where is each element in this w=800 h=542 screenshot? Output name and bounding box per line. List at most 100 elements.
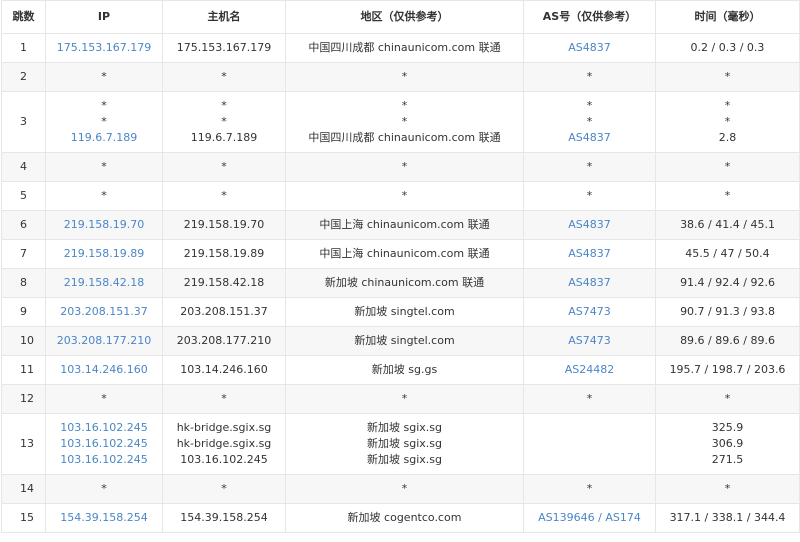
header-ip: IP	[45, 0, 163, 34]
region-value: 中国上海 chinaunicom.com 联通	[319, 247, 490, 260]
ip-value: *	[101, 189, 107, 202]
cell-hop: 6	[1, 210, 46, 240]
region-value: *	[401, 70, 408, 83]
region-value: 新加坡 sgix.sg	[367, 437, 442, 450]
hostname-value: hk-bridge.sgix.sg	[176, 421, 272, 434]
as-value: *	[586, 189, 593, 202]
region-value: 中国四川成都 chinaunicom.com 联通	[308, 131, 501, 144]
cell-region: *	[285, 474, 524, 504]
cell-hop: 2	[1, 62, 46, 92]
hostname-value: hk-bridge.sgix.sg	[176, 437, 272, 450]
table-row: 3 * * 119.6.7.189 * * 119.6.7.189 * * 中国四川成都 chin…	[1, 91, 800, 153]
cell-hop: 8	[1, 268, 46, 298]
as-link[interactable]: AS4837	[526, 40, 653, 56]
as-link[interactable]: AS7473	[526, 304, 653, 320]
as-link[interactable]: AS7473	[526, 333, 653, 349]
table-row: 4 * * * * *	[1, 152, 800, 182]
as-link[interactable]: AS139646 / AS174	[526, 510, 653, 526]
cell-hostname: 203.208.177.210	[162, 326, 286, 356]
cell-as: AS24482	[523, 355, 656, 385]
table-row: 8 219.158.42.18 219.158.42.18 新加坡 chinaunic…	[1, 268, 800, 298]
table-header-row: 跳数 IP 主机名 地区（仅供参考） AS号（仅供参考） 时间（毫秒）	[1, 0, 800, 34]
as-link[interactable]: AS4837	[526, 217, 653, 233]
hostname-value: *	[221, 392, 227, 405]
hostname-value: 219.158.42.18	[183, 276, 265, 289]
region-value: 新加坡 singtel.com	[354, 305, 455, 318]
time-value: 195.7 / 198.7 / 203.6	[669, 363, 786, 376]
ip-link[interactable]: 103.14.246.160	[48, 362, 160, 378]
cell-hostname: 219.158.19.89	[162, 239, 286, 269]
as-link[interactable]: AS4837	[526, 246, 653, 262]
as-link[interactable]: AS4837	[526, 130, 653, 146]
cell-time: 0.2 / 0.3 / 0.3	[655, 33, 800, 63]
as-link[interactable]: AS24482	[526, 362, 653, 378]
cell-ip: 175.153.167.179	[45, 33, 163, 63]
cell-hop: 11	[1, 355, 46, 385]
cell-as: AS4837	[523, 210, 656, 240]
as-value: *	[586, 70, 593, 83]
table-row: 14 * * * * *	[1, 474, 800, 504]
cell-ip: 203.208.151.37	[45, 297, 163, 327]
ip-link[interactable]: 203.208.151.37	[48, 304, 160, 320]
ip-link[interactable]: 103.16.102.245	[48, 420, 160, 436]
header-time: 时间（毫秒）	[655, 0, 800, 34]
cell-time: 89.6 / 89.6 / 89.6	[655, 326, 800, 356]
hostname-value: 219.158.19.70	[183, 218, 265, 231]
cell-hop: 9	[1, 297, 46, 327]
as-link[interactable]: AS4837	[526, 275, 653, 291]
region-value: 新加坡 sg.gs	[371, 363, 438, 376]
cell-region: 新加坡 singtel.com	[285, 326, 524, 356]
cell-as: AS4837	[523, 33, 656, 63]
as-value: *	[586, 482, 593, 495]
cell-hop: 12	[1, 384, 46, 414]
ip-link[interactable]: 119.6.7.189	[48, 130, 160, 146]
hostname-value: *	[221, 160, 227, 173]
cell-time: *	[655, 152, 800, 182]
cell-time: *	[655, 474, 800, 504]
ip-link[interactable]: 219.158.42.18	[48, 275, 160, 291]
hostname-value: 119.6.7.189	[190, 131, 258, 144]
header-region: 地区（仅供参考）	[285, 0, 524, 34]
ip-link[interactable]: 154.39.158.254	[48, 510, 160, 526]
cell-ip: 103.16.102.245 103.16.102.245 103.16.102.2…	[45, 413, 163, 475]
as-value: *	[586, 160, 593, 173]
time-value: 0.2 / 0.3 / 0.3	[690, 41, 765, 54]
cell-ip: *	[45, 384, 163, 414]
cell-hostname: 154.39.158.254	[162, 503, 286, 533]
cell-hostname: 203.208.151.37	[162, 297, 286, 327]
table-row: 9 203.208.151.37 203.208.151.37 新加坡 singtel…	[1, 297, 800, 327]
hostname-value: 203.208.177.210	[176, 334, 272, 347]
ip-link[interactable]: 219.158.19.89	[48, 246, 160, 262]
cell-ip: *	[45, 62, 163, 92]
cell-time: 45.5 / 47 / 50.4	[655, 239, 800, 269]
cell-as: *	[523, 152, 656, 182]
as-value: *	[586, 115, 593, 128]
table-row: 11 103.14.246.160 103.14.246.160 新加坡 sg.gs A…	[1, 355, 800, 385]
time-value: 271.5	[711, 453, 744, 466]
ip-link[interactable]: 219.158.19.70	[48, 217, 160, 233]
hostname-value: *	[221, 482, 227, 495]
time-value: *	[724, 160, 731, 173]
cell-region: *	[285, 62, 524, 92]
time-value: *	[724, 482, 731, 495]
table-body: 1 175.153.167.179 175.153.167.179 中国四川成都 ch…	[1, 33, 800, 533]
cell-region: * * 中国四川成都 chinaunicom.com 联通	[285, 91, 524, 153]
cell-hostname: * * 119.6.7.189	[162, 91, 286, 153]
ip-link[interactable]: 175.153.167.179	[48, 40, 160, 56]
region-value: 新加坡 chinaunicom.com 联通	[324, 276, 485, 289]
hostname-value: 103.14.246.160	[180, 363, 268, 376]
table-row: 7 219.158.19.89 219.158.19.89 中国上海 chinauni…	[1, 239, 800, 269]
ip-link[interactable]: 103.16.102.245	[48, 436, 160, 452]
header-hop: 跳数	[1, 0, 46, 34]
cell-hostname: hk-bridge.sgix.sg hk-bridge.sgix.sg 103.16…	[162, 413, 286, 475]
ip-link[interactable]: 103.16.102.245	[48, 452, 160, 468]
cell-ip: 154.39.158.254	[45, 503, 163, 533]
table-row: 1 175.153.167.179 175.153.167.179 中国四川成都 ch…	[1, 33, 800, 63]
cell-as: *	[523, 62, 656, 92]
cell-as: *	[523, 384, 656, 414]
cell-time: 91.4 / 92.4 / 92.6	[655, 268, 800, 298]
cell-time: 90.7 / 91.3 / 93.8	[655, 297, 800, 327]
region-value: 中国上海 chinaunicom.com 联通	[319, 218, 490, 231]
cell-hostname: 219.158.19.70	[162, 210, 286, 240]
ip-link[interactable]: 203.208.177.210	[48, 333, 160, 349]
